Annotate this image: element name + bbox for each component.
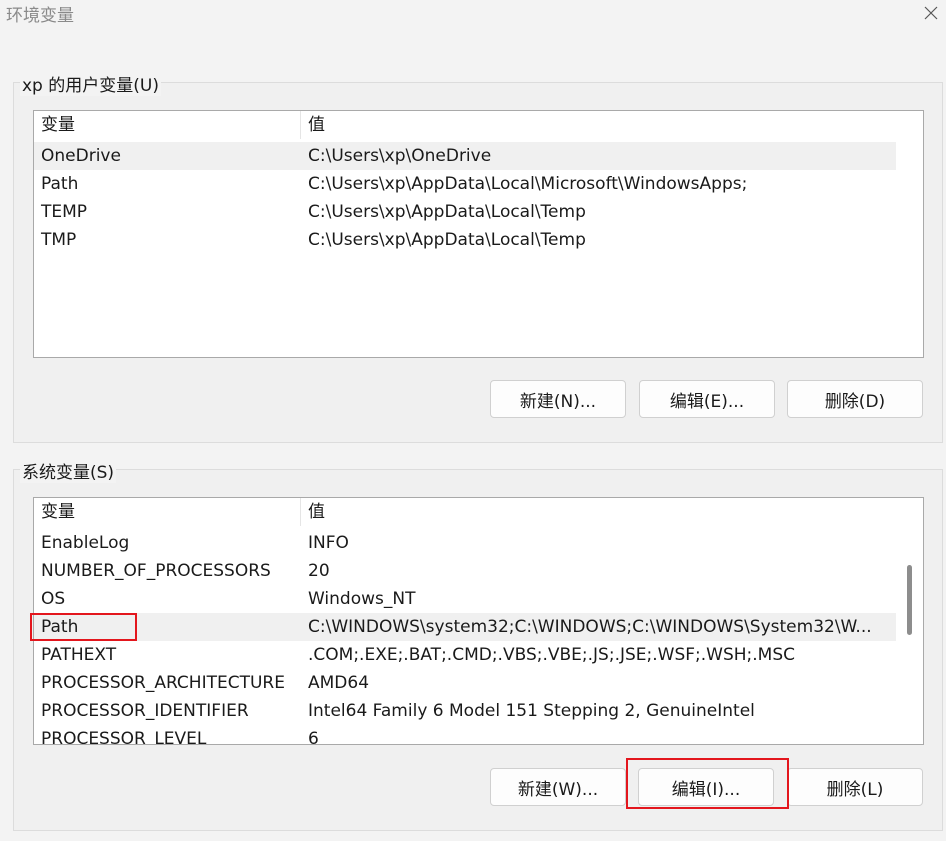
user-new-button[interactable]: 新建(N)... [490,380,626,418]
table-row[interactable]: TEMP C:\Users\xp\AppData\Local\Temp [34,198,896,226]
variable-name-cell: PROCESSOR_IDENTIFIER [41,701,249,721]
variable-value-cell: AMD64 [308,673,370,693]
column-header-name[interactable]: 变量 [34,498,301,526]
table-row[interactable]: TMP C:\Users\xp\AppData\Local\Temp [34,226,896,254]
variable-name-cell: PROCESSOR_LEVEL [41,729,207,745]
variable-name-cell: EnableLog [41,533,130,553]
variable-name-cell: NUMBER_OF_PROCESSORS [41,561,271,581]
variable-value-cell: C:\Users\xp\AppData\Local\Temp [308,202,586,222]
column-header-value[interactable]: 值 [301,498,896,526]
variable-value-cell: C:\Users\xp\OneDrive [308,146,492,166]
variable-value-cell: 20 [308,561,330,581]
table-row[interactable]: PROCESSOR_LEVEL 6 [34,725,896,745]
user-variables-list[interactable]: 变量 值 OneDrive C:\Users\xp\OneDrive Path C:\… [33,110,924,358]
system-list-scrollbar[interactable] [896,498,923,744]
title-bar: 环境变量 [0,0,946,30]
system-variables-legend: 系统变量(S) [20,458,117,483]
table-row[interactable]: OneDrive C:\Users\xp\OneDrive [34,142,896,170]
table-row[interactable]: EnableLog INFO [34,529,896,557]
variable-value-cell: Intel64 Family 6 Model 151 Stepping 2, G… [308,701,755,721]
variable-name-cell: Path [41,174,79,194]
user-edit-button[interactable]: 编辑(E)... [639,380,775,418]
variable-name-cell: PATHEXT [41,645,117,665]
variable-name-cell: Path [41,617,79,637]
column-header-name[interactable]: 变量 [34,111,301,139]
system-variables-list[interactable]: 变量 值 EnableLog INFO NUMBER_OF_PROCESSORS 20… [33,497,924,745]
close-icon [924,6,938,20]
system-delete-button[interactable]: 删除(L) [787,768,923,806]
variable-name-cell: TEMP [41,202,88,222]
variable-value-cell: C:\Users\xp\AppData\Local\Microsoft\Wind… [308,174,748,194]
table-row[interactable]: PATHEXT .COM;.EXE;.BAT;.CMD;.VBS;.VBE;.JS… [34,641,896,669]
variable-name-cell: PROCESSOR_ARCHITECTURE [41,673,285,693]
table-row[interactable]: Path C:\WINDOWS\system32;C:\WINDOWS;C:\WI… [34,613,896,641]
env-variables-dialog: 环境变量 xp 的用户变量(U) 变量 值 OneDrive C:\Users\x… [0,0,946,841]
scrollbar-thumb[interactable] [907,565,912,635]
variable-value-cell: C:\Users\xp\AppData\Local\Temp [308,230,586,250]
system-edit-button[interactable]: 编辑(I)... [638,768,774,806]
system-list-header: 变量 值 [34,498,896,526]
table-row[interactable]: OS Windows_NT [34,585,896,613]
user-variables-legend: xp 的用户变量(U) [20,71,161,96]
window-title: 环境变量 [6,6,74,26]
variable-value-cell: 6 [308,729,319,745]
system-new-button[interactable]: 新建(W)... [490,768,626,806]
table-row[interactable]: Path C:\Users\xp\AppData\Local\Microsoft\… [34,170,896,198]
table-row[interactable]: PROCESSOR_ARCHITECTURE AMD64 [34,669,896,697]
variable-value-cell: .COM;.EXE;.BAT;.CMD;.VBS;.VBE;.JS;.JSE;.… [308,645,796,665]
variable-value-cell: Windows_NT [308,589,416,609]
variable-name-cell: OS [41,589,66,609]
variable-name-cell: OneDrive [41,146,121,166]
user-delete-button[interactable]: 删除(D) [787,380,923,418]
variable-value-cell: C:\WINDOWS\system32;C:\WINDOWS;C:\WINDOW… [308,617,872,637]
variable-name-cell: TMP [41,230,77,250]
column-header-value[interactable]: 值 [301,111,896,139]
table-row[interactable]: NUMBER_OF_PROCESSORS 20 [34,557,896,585]
variable-value-cell: INFO [308,533,349,553]
user-list-header: 变量 值 [34,111,896,139]
close-button[interactable] [916,0,946,26]
table-row[interactable]: PROCESSOR_IDENTIFIER Intel64 Family 6 Mod… [34,697,896,725]
